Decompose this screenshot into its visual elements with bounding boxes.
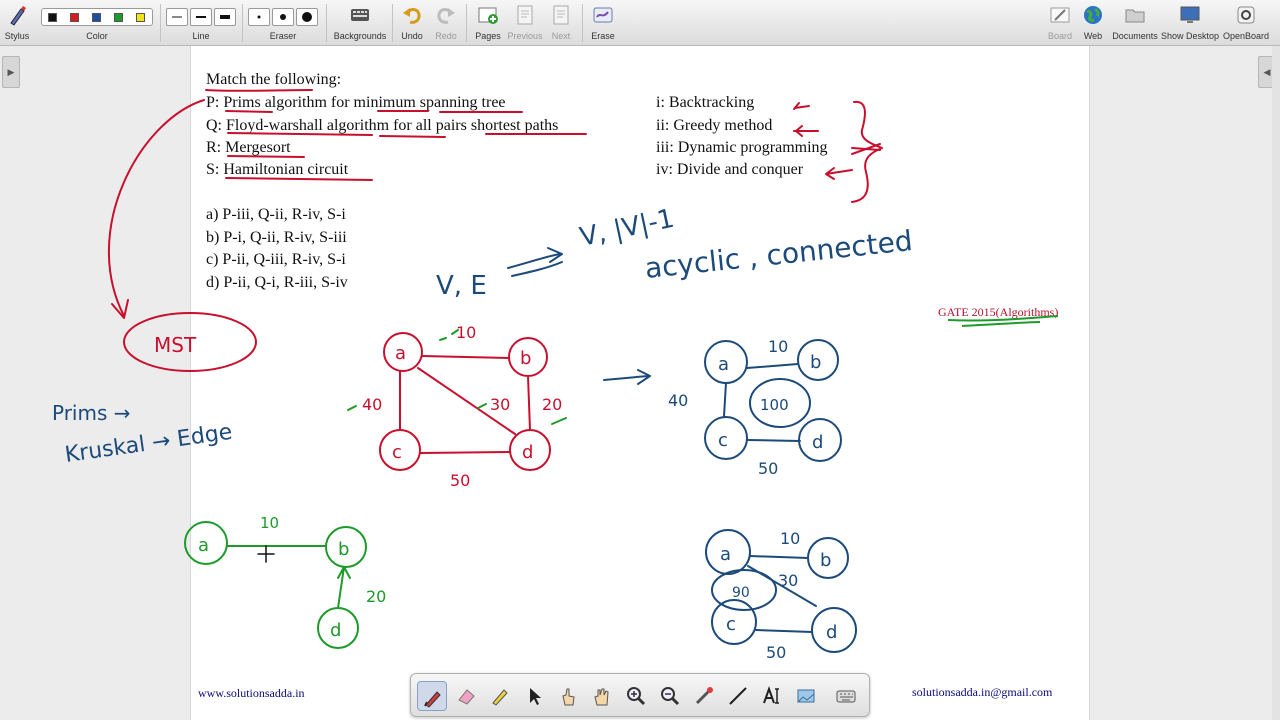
color-swatch-green[interactable] [114,13,123,22]
footer-website: www.solutionsadda.in [198,686,305,700]
pages-button[interactable]: Pages [472,0,504,46]
color-palette [41,8,153,26]
line-thick-button[interactable] [214,8,236,26]
folder-icon [1125,9,1145,23]
undo-icon [403,8,421,24]
eraser-large-button[interactable] [296,8,318,26]
hand-pointer-icon [562,688,575,706]
color-swatch-red[interactable] [70,13,79,22]
board-page[interactable] [190,46,1090,720]
eraser-small-button[interactable] [248,8,270,26]
color-swatch-black[interactable] [48,13,57,22]
left-item-s: S: Hamiltonian circuit [206,161,349,178]
text-icon [763,686,779,704]
stylus-icon [10,6,26,26]
line-icon [729,687,747,705]
interact-tool[interactable] [553,681,583,711]
virtual-keyboard-tool[interactable] [831,681,861,711]
openboard-menu-button[interactable]: OpenBoard [1222,0,1270,46]
right-margin [1090,46,1280,720]
left-item-p: P: Prims algorithm for minimum spanning … [206,94,506,111]
laser-pointer-tool[interactable] [689,681,719,711]
zoom-in-icon [627,687,646,706]
board-button[interactable]: Board [1044,0,1076,46]
stylus-tool[interactable]: Stylus [0,0,34,46]
right-item-ii: ii: Greedy method [656,117,773,134]
documents-button[interactable]: Documents [1112,0,1158,46]
zoom-in-tool[interactable] [621,681,651,711]
capture-tool[interactable] [791,681,821,711]
previous-page-icon [517,5,533,25]
highlighter-tool[interactable] [485,681,515,711]
highlighter-icon [492,689,508,706]
source-tag: GATE 2015(Algorithms) [938,305,1059,319]
zoom-out-tool[interactable] [655,681,685,711]
left-item-r: R: Mergesort [206,139,291,156]
next-page-button[interactable]: Next [546,0,576,46]
board-icon [1050,7,1070,23]
redo-icon [437,8,455,24]
line-thin-button[interactable] [166,8,188,26]
option-c: c) P-ii, Q-iii, R-iv, S-i [206,251,346,268]
eraser-medium-button[interactable] [272,8,294,26]
keyboard-grid-icon [351,9,369,21]
right-item-iv: iv: Divide and conquer [656,161,804,178]
erase-button[interactable]: Erase [588,0,618,46]
add-page-icon [478,7,498,24]
color-swatch-yellow[interactable] [136,13,145,22]
footer-email: solutionsadda.in@gmail.com [912,685,1053,699]
question-heading: Match the following: [206,71,342,88]
vertical-scrollbar[interactable] [1272,46,1280,720]
monitor-icon [1180,6,1200,23]
zoom-out-icon [661,687,680,706]
selector-tool[interactable] [519,681,549,711]
right-item-i: i: Backtracking [656,94,755,111]
undo-button[interactable]: Undo [398,0,426,46]
left-panel-toggle[interactable]: ▶ [2,56,20,88]
erase-board-icon [593,7,613,23]
eraser-group: Eraser [246,0,320,46]
top-toolbar: Stylus Color Line Eraser Backgrounds Und… [0,0,1280,46]
text-tool[interactable] [757,681,787,711]
cursor-arrow-icon [530,688,541,705]
redo-button[interactable]: Redo [432,0,460,46]
globe-icon [1084,6,1102,24]
line-medium-button[interactable] [190,8,212,26]
pen-tool[interactable] [417,681,447,711]
right-item-iii: iii: Dynamic programming [656,139,828,156]
option-d: d) P-ii, Q-i, R-iii, S-iv [206,274,348,291]
settings-gear-icon [1237,6,1255,24]
stylus-palette [410,673,870,717]
option-a: a) P-iii, Q-ii, R-iv, S-i [206,206,346,223]
previous-page-button[interactable]: Previous [506,0,544,46]
line-group: Line [164,0,238,46]
laser-pointer-icon [695,687,713,705]
eraser-tool[interactable] [451,681,481,711]
backgrounds-button[interactable]: Backgrounds [332,0,388,46]
pen-icon [424,691,441,708]
color-group: Color [38,0,156,46]
color-swatch-blue[interactable] [92,13,101,22]
left-item-q: Q: Floyd-warshall algorithm for all pair… [206,117,559,134]
keyboard-icon [836,690,856,703]
show-desktop-button[interactable]: Show Desktop [1160,0,1220,46]
left-margin [0,46,190,720]
capture-icon [797,689,815,703]
pan-tool[interactable] [587,681,617,711]
next-page-icon [553,5,569,25]
hand-icon [594,688,609,706]
option-b: b) P-i, Q-ii, R-iv, S-iii [206,229,347,246]
eraser-icon [458,689,475,705]
line-tool[interactable] [723,681,753,711]
web-button[interactable]: Web [1078,0,1108,46]
